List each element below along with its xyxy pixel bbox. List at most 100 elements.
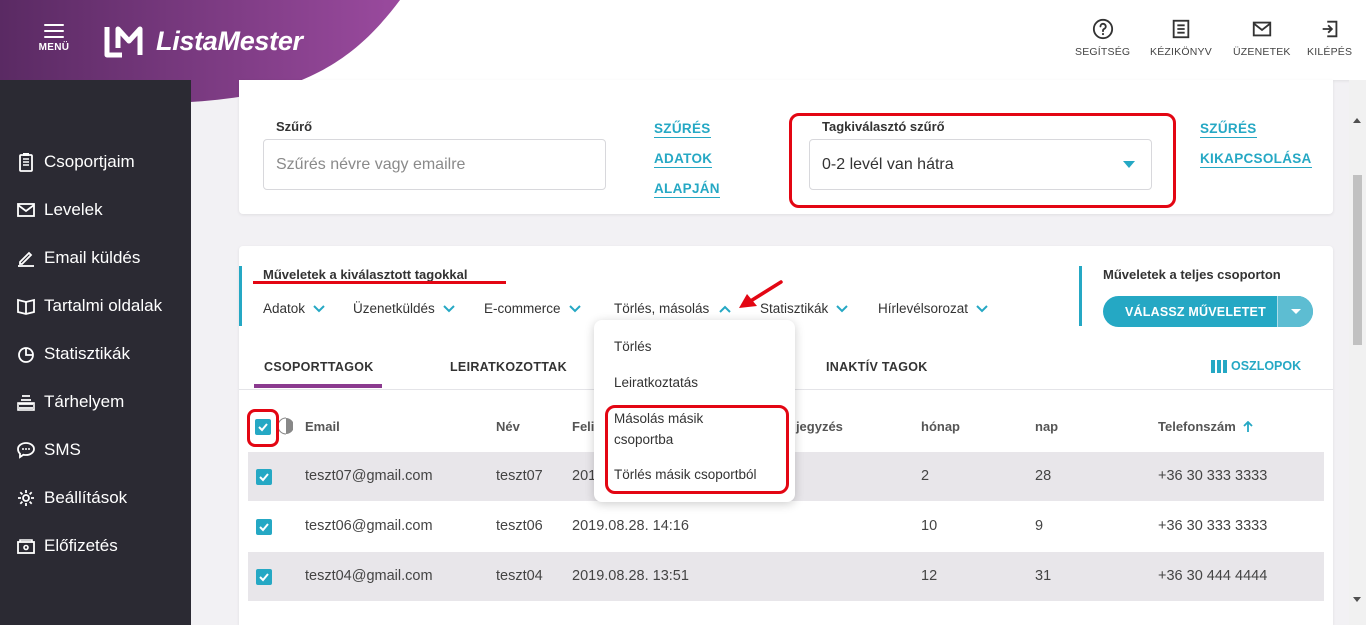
pie-chart-icon: [16, 344, 36, 364]
sidebar-item-beallitasok[interactable]: Beállítások: [16, 483, 127, 513]
chevron-down-icon: [313, 304, 325, 312]
column-header-telefonszam[interactable]: Telefonszám: [1158, 419, 1253, 434]
help-label: SEGÍTSÉG: [1075, 46, 1131, 58]
dropdown-item-delete-from-group[interactable]: Törlés másik csoportból: [614, 464, 757, 485]
ops-menu-label: Hírlevélsorozat: [878, 301, 969, 316]
sidebar-item-label: Statisztikák: [44, 344, 130, 363]
delete-copy-dropdown: Törlés Leiratkoztatás Másolás másik csop…: [594, 320, 795, 502]
data-filter-link-line-1[interactable]: SZŰRÉS: [654, 121, 711, 138]
column-header-nap[interactable]: nap: [1035, 419, 1058, 434]
tab-inaktiv-tagok[interactable]: INAKTÍV TAGOK: [826, 360, 928, 374]
sidebar-item-statisztikak[interactable]: Statisztikák: [16, 339, 130, 369]
ops-menu-uzenetkuldes[interactable]: Üzenetküldés: [353, 301, 455, 316]
member-filter-label: Tagkiválasztó szűrő: [822, 119, 945, 134]
manual-button[interactable]: KÉZIKÖNYV: [1150, 18, 1212, 58]
logout-button[interactable]: KILÉPÉS: [1307, 18, 1352, 58]
data-filter-link[interactable]: SZŰRÉS ADATOK ALAPJÁN: [654, 116, 720, 206]
sidebar-item-elofizetes[interactable]: Előfizetés: [16, 531, 118, 561]
select-all-checkbox[interactable]: [255, 419, 271, 435]
tab-leiratkozottak[interactable]: LEIRATKOZOTTAK: [450, 360, 567, 374]
columns-icon: [1211, 359, 1227, 373]
ops-menu-ecommerce[interactable]: E-commerce: [484, 301, 581, 316]
cell-phone: +36 30 444 4444: [1158, 568, 1268, 584]
dropdown-item-leiratkoztatas[interactable]: Leiratkoztatás: [614, 372, 698, 393]
disable-filter-link-line-2[interactable]: KIKAPCSOLÁSA: [1200, 151, 1312, 168]
sidebar-item-email-kuldes[interactable]: Email küldés: [16, 243, 140, 273]
row-checkbox[interactable]: [256, 569, 272, 585]
ops-menu-hirlevelsorozat[interactable]: Hírlevélsorozat: [878, 301, 988, 316]
page-scrollbar[interactable]: [1349, 80, 1366, 625]
check-icon: [259, 573, 269, 582]
ops-menu-adatok[interactable]: Adatok: [263, 301, 325, 316]
ops-menu-label: Üzenetküldés: [353, 301, 435, 316]
filter-label: Szűrő: [276, 119, 313, 134]
chevron-down-icon: [443, 304, 455, 312]
cell-email: teszt07@gmail.com: [305, 468, 433, 484]
book-icon: [16, 296, 36, 316]
sidebar-item-levelek[interactable]: Levelek: [16, 195, 103, 225]
ops-menu-torles-masolas[interactable]: Törlés, másolás: [614, 301, 731, 316]
tab-csoporttagok[interactable]: CSOPORTTAGOK: [264, 360, 374, 374]
pencil-icon: [16, 248, 36, 268]
search-input[interactable]: [263, 139, 606, 190]
check-icon: [258, 423, 268, 432]
chevron-down-icon: [836, 304, 848, 312]
dropdown-item-torles[interactable]: Törlés: [614, 336, 652, 357]
column-header-nev[interactable]: Név: [496, 419, 520, 434]
cell-phone: +36 30 333 3333: [1158, 518, 1268, 534]
half-circle-icon: [279, 417, 293, 435]
data-filter-link-line-2[interactable]: ADATOK: [654, 151, 713, 168]
messages-button[interactable]: ÜZENETEK: [1233, 18, 1291, 58]
scroll-up-icon[interactable]: [1353, 118, 1361, 123]
menu-button[interactable]: MENÜ: [36, 24, 72, 64]
envelope-icon: [16, 200, 36, 220]
choose-action-toggle[interactable]: [1277, 296, 1313, 327]
group-ops-title: Műveletek a teljes csoporton: [1103, 267, 1281, 282]
cell-date: 2019.08.28. 14:16: [572, 518, 689, 534]
annotation-underline: [253, 281, 506, 284]
logo-text: ListaMester: [156, 25, 303, 56]
column-header-feliratkozas[interactable]: Feli: [572, 419, 594, 434]
disable-filter-link-line-1[interactable]: SZŰRÉS: [1200, 121, 1257, 138]
cell-month: 2: [921, 468, 930, 484]
manual-icon: [1172, 19, 1190, 39]
cell-day: 9: [1035, 518, 1044, 534]
ops-menu-label: Törlés, másolás: [614, 301, 710, 316]
cell-month: 12: [921, 568, 938, 584]
sidebar-item-tarhelyem[interactable]: Tárhelyem: [16, 387, 124, 417]
sidebar-item-tartalmi-oldalak[interactable]: Tartalmi oldalak: [16, 291, 162, 321]
column-header-email[interactable]: Email: [305, 419, 340, 434]
disable-filter-link[interactable]: SZŰRÉS KIKAPCSOLÁSA: [1200, 116, 1312, 176]
help-button[interactable]: SEGÍTSÉG: [1075, 18, 1130, 58]
sidebar-item-label: Email küldés: [44, 248, 141, 267]
columns-button[interactable]: OSZLOPOK: [1211, 359, 1301, 373]
dropdown-item-label-line-1: Másolás másik: [614, 411, 704, 426]
table-row[interactable]: teszt06@gmail.com teszt06 2019.08.28. 14…: [248, 502, 1324, 551]
cell-day: 28: [1035, 468, 1052, 484]
column-header-honap[interactable]: hónap: [921, 419, 960, 434]
cell-day: 31: [1035, 568, 1052, 584]
sidebar-item-sms[interactable]: SMS: [16, 435, 81, 465]
menu-label: MENÜ: [38, 42, 70, 53]
table-row[interactable]: teszt04@gmail.com teszt04 2019.08.28. 13…: [248, 552, 1324, 601]
wallet-icon: [16, 536, 36, 556]
row-checkbox[interactable]: [256, 519, 272, 535]
column-header-label: Telefonszám: [1158, 419, 1236, 434]
row-checkbox[interactable]: [256, 469, 272, 485]
sidebar-item-csoportjaim[interactable]: Csoportjaim: [16, 147, 135, 177]
dropdown-item-copy-to-group[interactable]: Másolás másik csoportba: [614, 408, 703, 450]
scroll-down-icon[interactable]: [1353, 597, 1361, 602]
column-header-megjegyzes[interactable]: gjegyzés: [788, 419, 843, 434]
member-filter-select[interactable]: 0-2 levél van hátra: [809, 139, 1152, 190]
scroll-thumb[interactable]: [1353, 175, 1362, 345]
selected-ops-title: Műveletek a kiválasztott tagokkal: [263, 267, 468, 282]
sidebar-item-label: Beállítások: [44, 488, 128, 507]
cell-email: teszt06@gmail.com: [305, 518, 433, 534]
choose-action-button[interactable]: VÁLASSZ MŰVELETET: [1103, 296, 1313, 327]
logo[interactable]: ListaMester: [104, 24, 303, 58]
logo-mark-icon: [104, 26, 143, 58]
dropdown-item-label-line-2: csoportba: [614, 432, 674, 447]
choose-action-label: VÁLASSZ MŰVELETET: [1125, 304, 1266, 319]
data-filter-link-line-3[interactable]: ALAPJÁN: [654, 181, 720, 198]
active-tab-indicator: [254, 384, 382, 388]
